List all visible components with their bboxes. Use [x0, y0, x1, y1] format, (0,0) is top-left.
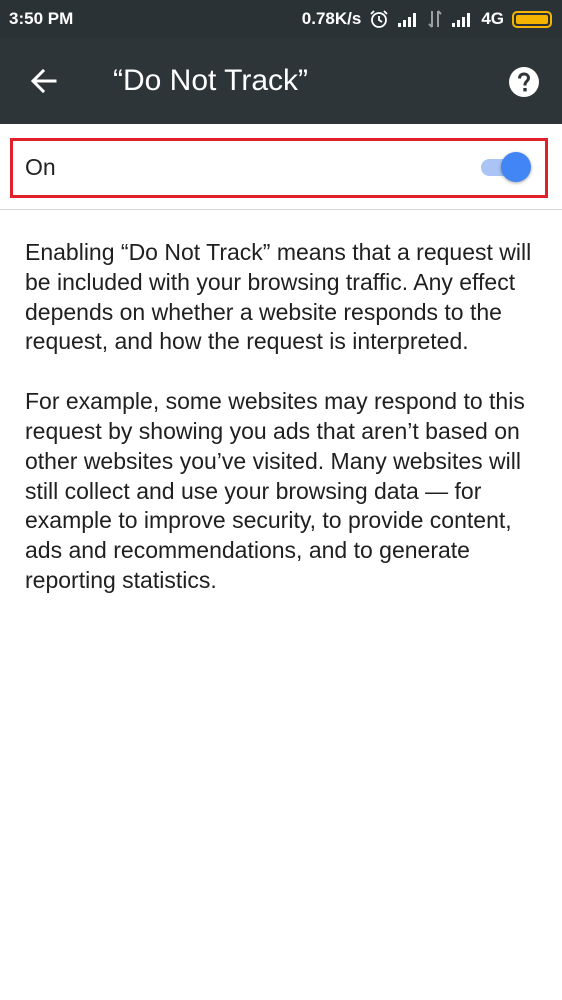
status-time: 3:50 PM — [9, 9, 74, 28]
toggle-label: On — [25, 154, 56, 180]
description-paragraph: For example, some websites may respond t… — [25, 388, 525, 593]
status-bar: 3:50 PM 0.78K/s 4G — [0, 0, 562, 38]
battery-icon — [512, 10, 552, 28]
network-type: 4G — [481, 9, 504, 28]
help-circle-icon — [509, 67, 539, 97]
highlight-box — [10, 138, 548, 198]
help-button[interactable] — [508, 66, 540, 98]
description-paragraph: Enabling “Do Not Track” means that a req… — [25, 239, 532, 355]
status-icons: 0.78K/s 4G — [302, 9, 552, 29]
page-title: “Do Not Track” — [113, 64, 309, 97]
arrow-back-icon — [30, 68, 57, 94]
signal-icon — [397, 11, 419, 27]
battery-level — [516, 14, 548, 24]
description: Enabling “Do Not Track” means that a req… — [25, 238, 540, 626]
do-not-track-switch[interactable] — [481, 152, 533, 182]
app-bar: “Do Not Track” — [0, 38, 562, 124]
switch-thumb — [501, 152, 531, 182]
network-speed: 0.78K/s — [301, 9, 362, 28]
data-transfer-icon — [427, 10, 443, 28]
signal-icon — [451, 11, 473, 27]
do-not-track-toggle-row[interactable]: On — [0, 124, 562, 210]
back-button[interactable] — [25, 62, 63, 100]
alarm-icon — [369, 9, 389, 29]
